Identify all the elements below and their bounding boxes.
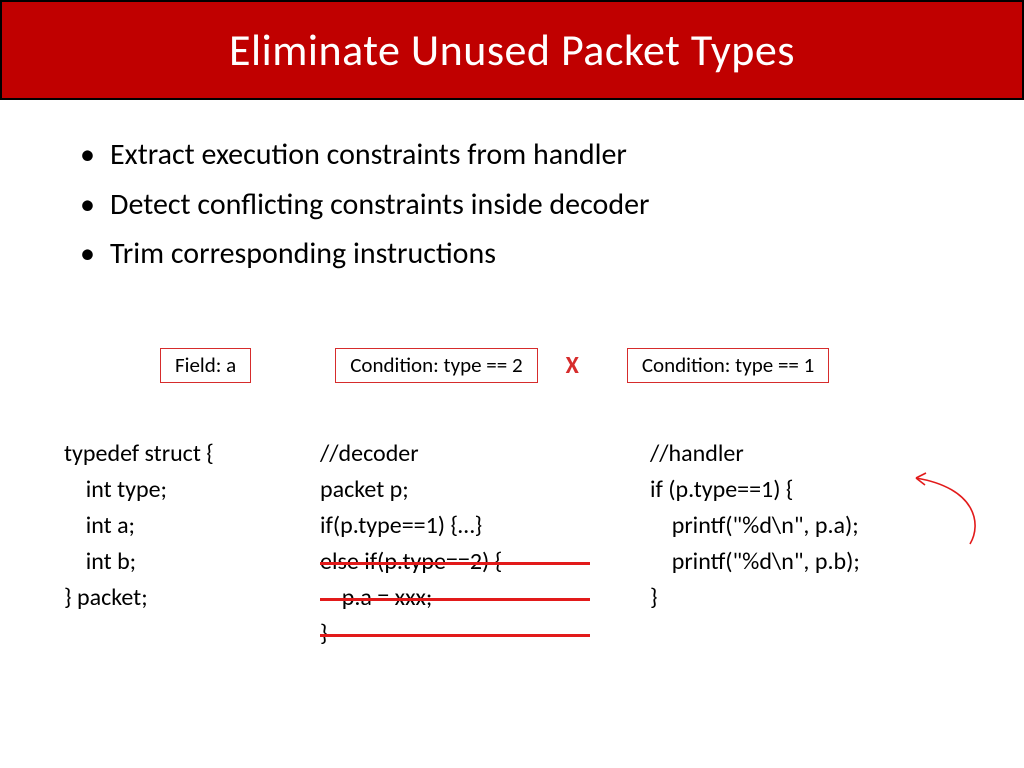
code-handler: //handler if (p.type==1) { printf("%d\n"… [650, 436, 860, 616]
badge-field: Field: a [160, 348, 251, 383]
badge-row: Field: a Condition: type == 2 X Conditio… [0, 348, 1024, 383]
title-bar: Eliminate Unused Packet Types [0, 0, 1024, 100]
conflict-x-icon: X [566, 351, 579, 380]
badge-condition-2: Condition: type == 2 [335, 348, 537, 383]
code-struct: typedef struct { int type; int a; int b;… [64, 436, 214, 616]
badge-condition-1: Condition: type == 1 [627, 348, 829, 383]
bullet-list: Extract execution constraints from handl… [0, 100, 1024, 279]
code-decoder: //decoder packet p; if(p.type==1) {…} el… [320, 436, 502, 652]
arrow-icon [896, 468, 986, 568]
bullet-item: Trim corresponding instructions [70, 229, 954, 279]
bullet-item: Detect conflicting constraints inside de… [70, 180, 954, 230]
bullet-item: Extract execution constraints from handl… [70, 130, 954, 180]
slide-title: Eliminate Unused Packet Types [229, 23, 795, 77]
